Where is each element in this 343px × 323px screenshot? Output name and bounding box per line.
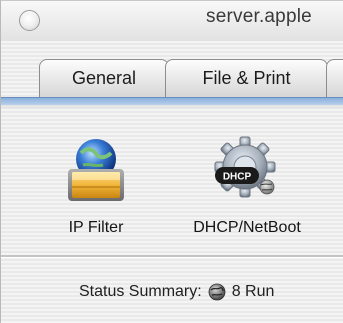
service-ip-filter[interactable]: IP Filter	[41, 135, 151, 236]
tab-panel-shadow	[1, 105, 343, 109]
ip-filter-icon	[68, 139, 124, 201]
tab-file-print[interactable]: File & Print	[165, 59, 328, 97]
tab-panel-edge	[1, 97, 343, 105]
dhcp-badge-text: DHCP	[223, 172, 252, 183]
service-dhcp-netboot[interactable]: DHCP DHCP/NetBoot	[167, 135, 327, 236]
tab-next[interactable]	[326, 59, 343, 97]
close-button[interactable]	[19, 10, 40, 31]
status-divider	[1, 255, 343, 258]
dhcp-netboot-label: DHCP/NetBoot	[193, 219, 301, 236]
tab-general[interactable]: General	[39, 59, 169, 97]
server-admin-window: server.apple General File & Print IP Fil…	[0, 0, 343, 323]
status-summary-label: Status Summary:	[79, 283, 202, 300]
status-summary-value: 8 Run	[231, 283, 275, 300]
dhcp-netboot-icon: DHCP	[214, 136, 276, 198]
globe-icon	[208, 283, 226, 301]
ip-filter-label: IP Filter	[68, 219, 124, 236]
status-summary: Status Summary: 8 Run	[79, 283, 274, 301]
window-title: server.apple	[206, 6, 312, 27]
title-bar[interactable]: server.apple	[1, 1, 343, 41]
